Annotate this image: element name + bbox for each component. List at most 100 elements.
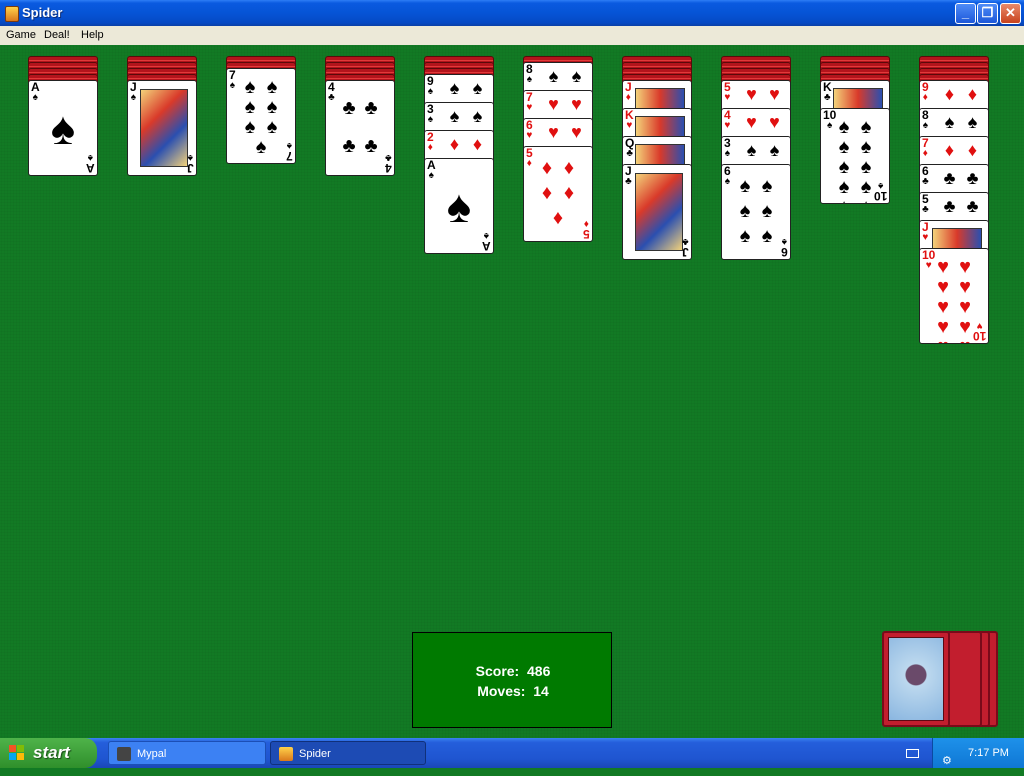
card-suit: ♠ (427, 86, 433, 97)
tableau-column-4[interactable]: 4 ♣ ♣ ♣ ♣ ♣ 4 ♣ (325, 56, 397, 356)
card-rank: 5 (583, 227, 590, 241)
card-suit: ♥ (626, 120, 633, 131)
menu-help[interactable]: Help (81, 29, 104, 41)
card-index: 5 ♣ (922, 193, 929, 215)
menu-deal[interactable]: Deal! (44, 29, 70, 41)
card-suit: ♦ (526, 158, 532, 169)
playing-card[interactable]: J ♣ J ♣ (622, 164, 692, 260)
card-index: K ♥ (625, 109, 634, 131)
card-index: J ♣ (625, 165, 632, 187)
card-pips: ♠♠♠♠♠♠♠♠♠♠ (838, 116, 872, 203)
card-pips: ♦ ♦ (449, 134, 483, 154)
tableau-column-9[interactable]: K♣ 10♠♠♠♠♠♠♠♠♠♠♠10♠ (820, 56, 892, 356)
card-suit: ♠ (724, 176, 730, 187)
maximize-button[interactable]: ❐ (977, 3, 998, 24)
card-index: K ♣ (823, 81, 832, 103)
tableau-column-1[interactable]: A ♠ ♠ A ♠ (28, 56, 100, 356)
card-index: 3 ♠ (724, 137, 731, 159)
taskbar-item-label: Mypal (137, 748, 167, 760)
tableau-column-2[interactable]: J ♠ J ♠ (127, 56, 199, 356)
playing-card[interactable]: 6 ♠ ♠ ♠ ♠ ♠ ♠ ♠ 6 ♠ (721, 164, 791, 260)
card-index: 4 ♥ (724, 109, 731, 131)
menu-game[interactable]: Game (6, 29, 36, 41)
card-rank: J (682, 245, 689, 259)
close-button[interactable]: ✕ (1000, 3, 1021, 24)
card-index: 7 ♠ (229, 69, 236, 91)
card-rank: 10 (873, 189, 887, 203)
tableau-column-3[interactable]: 7 ♠ ♠ ♠ ♠ ♠ ♠ ♠ ♠ 7 ♠ (226, 56, 298, 356)
face-card-art (932, 228, 982, 250)
card-index: 5 ♥ (724, 81, 731, 103)
card-index: 5 ♦ (526, 147, 533, 169)
card-suit: ♠ (130, 92, 136, 103)
card-suit: ♣ (824, 92, 831, 103)
card-index: 4 ♣ (328, 81, 335, 103)
card-pips: ♦ ♦ (944, 140, 978, 160)
card-suit: ♣ (328, 92, 335, 103)
keyboard-icon[interactable] (906, 749, 919, 758)
taskbar: start Mypal Spider ⚙ 7:17 PM (0, 738, 1024, 768)
ace-pip: ♠ (50, 102, 76, 154)
card-rank: 6 (781, 245, 788, 259)
start-label: start (33, 743, 70, 762)
card-index: 6 ♥ (526, 119, 533, 141)
card-suit: ♥ (526, 130, 533, 141)
score-panel[interactable]: Score: 486 Moves: 14 (412, 632, 612, 728)
card-index: J ♠ (130, 81, 137, 103)
title-bar: Spider _ ❐ ✕ (0, 0, 1024, 26)
playing-card[interactable]: 10♠♠♠♠♠♠♠♠♠♠♠10♠ (820, 108, 890, 204)
card-index: 2 ♦ (427, 131, 434, 153)
network-icon[interactable]: ⚙ (942, 746, 956, 767)
playing-card[interactable]: 10♥♥♥♥♥♥♥♥♥♥♥10♥ (919, 248, 989, 344)
taskbar-item-spider[interactable]: Spider (270, 741, 426, 765)
card-suit: ♠ (32, 92, 38, 103)
card-index: 9 ♠ (427, 75, 434, 97)
stock-pile-top[interactable] (882, 631, 950, 727)
card-suit: ♦ (625, 92, 631, 103)
tableau-column-10[interactable]: 9♦♦♦8♠♠♠7♦♦♦6♣♣♣5♣♣♣J♥10♥♥♥♥♥♥♥♥♥♥♥10♥ (919, 56, 991, 356)
card-pips: ♦ ♦ (944, 84, 978, 104)
taskbar-item-label: Spider (299, 748, 331, 760)
card-suit: ♠ (922, 120, 928, 131)
tableau-column-6[interactable]: 8 ♠ ♠ ♠ 7 ♥ ♥ ♥ 6 ♥ ♥ ♥ 5 ♦ ♦ ♦ ♦ ♦ ♦ 5 ♦ (523, 56, 595, 356)
card-index: A ♠ (31, 81, 40, 103)
card-suit: ♠ (229, 80, 235, 91)
start-button[interactable]: start (0, 738, 97, 768)
windows-logo-icon (9, 745, 25, 761)
card-rank: A (86, 161, 95, 175)
playing-card[interactable]: 5 ♦ ♦ ♦ ♦ ♦ ♦ 5 ♦ (523, 146, 593, 242)
card-suit: ♦ (427, 142, 433, 153)
card-rank: 4 (385, 161, 392, 175)
score-value: 486 (527, 663, 551, 679)
clock[interactable]: 7:17 PM (968, 738, 1009, 768)
card-rank: 7 (286, 149, 293, 163)
card-index: 7 ♥ (526, 91, 533, 113)
card-index: Q ♣ (625, 137, 634, 159)
playing-card[interactable]: A ♠ ♠ A ♠ (424, 158, 494, 254)
card-pips: ♣ ♣ ♣ ♣ (342, 97, 378, 157)
tableau-column-8[interactable]: 5 ♥ ♥ ♥ 4 ♥ ♥ ♥ 3 ♠ ♠ ♠ 6 ♠ ♠ ♠ ♠ ♠ ♠ ♠ 6 ♠ (721, 56, 793, 356)
card-index: 7 ♦ (922, 137, 929, 159)
playing-card[interactable]: A ♠ ♠ A ♠ (28, 80, 98, 176)
tableau-column-5[interactable]: 9 ♠ ♠ ♠ 3 ♠ ♠ ♠ 2 ♦ ♦ ♦ A ♠ ♠ A ♠ (424, 56, 496, 356)
playing-card[interactable]: 7 ♠ ♠ ♠ ♠ ♠ ♠ ♠ ♠ 7 ♠ (226, 68, 296, 164)
card-index: A ♠ (427, 159, 436, 181)
card-index-bottom: 7 ♠ (286, 140, 293, 163)
card-suit: ♣ (385, 152, 392, 163)
card-suit: ♣ (626, 148, 633, 159)
card-suit: ♣ (922, 204, 929, 215)
minimize-button[interactable]: _ (955, 3, 976, 24)
card-index: 3 ♠ (427, 103, 434, 125)
face-card-art (140, 89, 188, 167)
menu-bar: Game Deal! Help (0, 26, 1024, 45)
moves-label: Moves: (477, 683, 526, 699)
card-suit: ♠ (428, 170, 434, 181)
card-pips: ♦ ♦ ♦ ♦ ♦ (541, 156, 575, 230)
playing-card[interactable]: 4 ♣ ♣ ♣ ♣ ♣ 4 ♣ (325, 80, 395, 176)
tableau-column-7[interactable]: J ♦ K ♥ Q ♣ J ♣ J ♣ (622, 56, 694, 356)
playing-card[interactable]: J ♠ J ♠ (127, 80, 197, 176)
card-index-bottom: 10 ♠ (873, 180, 887, 203)
taskbar-item-mypal[interactable]: Mypal (108, 741, 266, 765)
card-index: 6 ♣ (922, 165, 929, 187)
card-pips: ♥ ♥ (746, 112, 780, 132)
